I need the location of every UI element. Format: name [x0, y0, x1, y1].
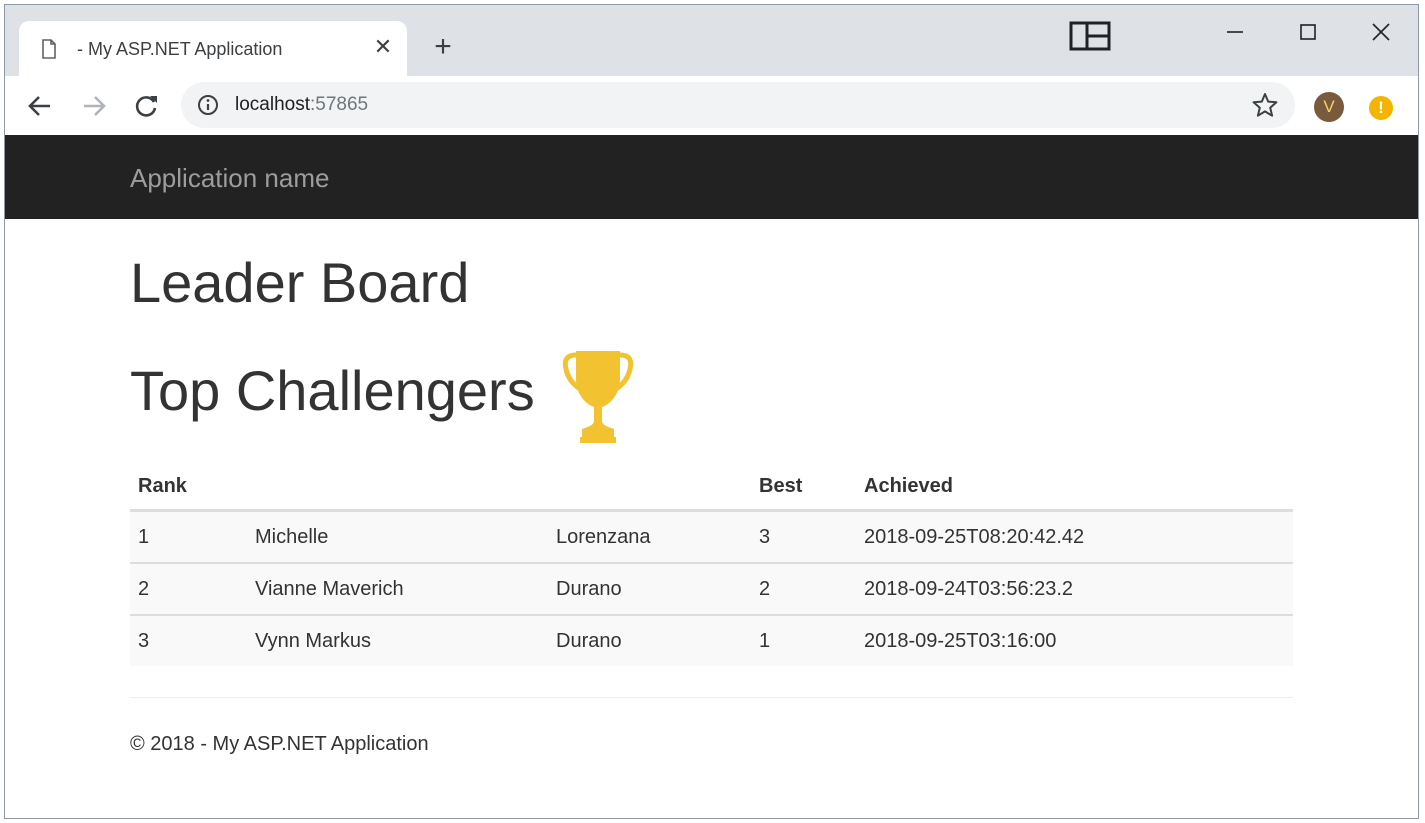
page-icon: [42, 39, 56, 59]
browser-toolbar: localhost:57865 V !: [5, 76, 1418, 135]
star-icon[interactable]: [1252, 92, 1278, 118]
last-name-cell: Lorenzana: [548, 509, 751, 563]
footer-divider: [130, 697, 1293, 698]
rank-cell: 2: [130, 562, 247, 615]
column-header-last-name: [548, 464, 751, 512]
back-arrow-icon[interactable]: [25, 91, 55, 121]
minimize-icon[interactable]: [1220, 17, 1250, 47]
page-viewport: Application name Leader Board Top Challe…: [5, 135, 1418, 818]
leaderboard-table: Rank Best Achieved 1 Michelle Lorenzana …: [130, 464, 1293, 666]
best-cell: 1: [751, 614, 856, 666]
best-cell: 3: [751, 509, 856, 563]
first-name-cell: Michelle: [247, 509, 548, 563]
best-cell: 2: [751, 562, 856, 615]
page-title: Leader Board: [130, 251, 470, 314]
plus-icon[interactable]: +: [429, 32, 457, 62]
tab-title: - My ASP.NET Application: [77, 39, 283, 59]
reload-icon[interactable]: [131, 91, 161, 121]
last-name-cell: Durano: [548, 614, 751, 666]
rank-cell: 1: [130, 509, 247, 563]
column-header-best: Best: [751, 464, 856, 512]
rank-cell: 3: [130, 614, 247, 666]
top-navbar: Application name: [5, 135, 1418, 219]
table-row: 1 Michelle Lorenzana 3 2018-09-25T08:20:…: [130, 509, 1293, 563]
url-host: localhost: [235, 94, 310, 115]
alert-icon[interactable]: !: [1369, 96, 1393, 120]
tab-layout-icon[interactable]: [1069, 21, 1111, 51]
trophy-icon: [562, 351, 634, 443]
table-row: 2 Vianne Maverich Durano 2 2018-09-24T03…: [130, 562, 1293, 615]
profile-avatar[interactable]: V: [1314, 92, 1344, 122]
page-subtitle: Top Challengers: [130, 359, 535, 422]
achieved-cell: 2018-09-25T03:16:00: [856, 614, 1293, 666]
tab-strip: - My ASP.NET Application ✕ +: [5, 5, 1418, 77]
forward-arrow-icon[interactable]: [79, 91, 109, 121]
url-port: :57865: [310, 94, 369, 115]
close-icon[interactable]: ✕: [371, 35, 395, 59]
achieved-cell: 2018-09-25T08:20:42.42: [856, 509, 1293, 563]
column-header-rank: Rank: [130, 464, 247, 512]
navbar-brand-link[interactable]: Application name: [130, 163, 329, 194]
browser-tab[interactable]: - My ASP.NET Application ✕: [19, 21, 407, 77]
achieved-cell: 2018-09-24T03:56:23.2: [856, 562, 1293, 615]
browser-window: - My ASP.NET Application ✕ + localhost:5…: [4, 4, 1419, 819]
table-header-row: Rank Best Achieved: [130, 464, 1293, 512]
url-text[interactable]: localhost:57865: [235, 94, 368, 116]
last-name-cell: Durano: [548, 562, 751, 615]
column-header-first-name: [247, 464, 548, 512]
window-close-icon[interactable]: [1366, 17, 1396, 47]
page-footer: © 2018 - My ASP.NET Application: [130, 733, 429, 755]
info-icon[interactable]: [197, 94, 219, 116]
column-header-achieved: Achieved: [856, 464, 1293, 512]
first-name-cell: Vynn Markus: [247, 614, 548, 666]
maximize-icon[interactable]: [1293, 17, 1323, 47]
address-bar[interactable]: localhost:57865: [181, 82, 1295, 128]
table-row: 3 Vynn Markus Durano 1 2018-09-25T03:16:…: [130, 614, 1293, 666]
first-name-cell: Vianne Maverich: [247, 562, 548, 615]
